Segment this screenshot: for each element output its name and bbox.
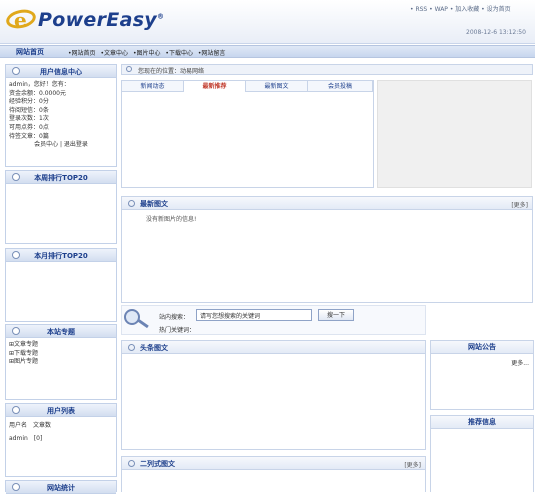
panel-header: 用户信息中心 <box>6 65 116 78</box>
specials-panel: 本站专题 ⊞文章专题 ⊞下载专题 ⊞图片专题 <box>5 324 117 400</box>
nav-item-guestbook[interactable]: •网站留言 <box>198 50 226 57</box>
panel-header: 网站统计 <box>6 481 116 494</box>
user-list-row[interactable]: admin [0] <box>9 435 113 444</box>
clock: 2008-12-6 13:12:50 <box>466 29 526 36</box>
latest-photos-panel: 最新图文 [更多] 没有新图片的信息! <box>121 196 533 303</box>
logo-e-icon: e <box>14 8 27 32</box>
pending-line: 待签文章：0篇 <box>9 132 49 140</box>
logo-text: PowerEasy <box>38 9 157 31</box>
more-link[interactable]: [更多] <box>511 200 528 209</box>
user-info-panel: 用户信息中心 admin，您好！您有： 资金余额：0.0000元 经验积分：0分… <box>5 64 117 167</box>
tab-news[interactable]: 新闻动态 <box>122 81 184 92</box>
panel-header: 本月排行TOP20 <box>6 249 116 262</box>
special-item[interactable]: ⊞图片专题 <box>9 358 113 367</box>
panel-header: 本周排行TOP20 <box>6 171 116 184</box>
panel-header: 头条图文 <box>122 341 425 354</box>
panel-title: 用户列表 <box>47 407 75 415</box>
member-links[interactable]: 会员中心 | 退出登录 <box>9 141 113 150</box>
site-logo[interactable]: PowerEasy® <box>38 9 164 31</box>
user-list-panel: 用户列表 用户名 文章数 admin [0] <box>5 403 117 477</box>
registered-mark: ® <box>156 12 165 21</box>
panel-title: 本周排行TOP20 <box>34 174 88 182</box>
panel-header: 最新图文 [更多] <box>122 197 532 210</box>
search-button[interactable]: 搜一下 <box>318 309 354 321</box>
tabs-panel <box>121 80 374 188</box>
top-links[interactable]: • RSS • WAP • 加入收藏 • 设为首页 <box>410 4 511 13</box>
panel-title: 二列式图文 <box>140 460 175 468</box>
special-item[interactable]: ⊞文章专题 <box>9 341 113 350</box>
circle-icon <box>128 200 135 207</box>
tab-submissions[interactable]: 会员投稿 <box>308 81 373 92</box>
balance-line: 资金余额：0.0000元 <box>9 89 66 97</box>
tab-photos[interactable]: 最新图文 <box>246 81 308 92</box>
logins-line: 登录次数：1次 <box>9 115 49 123</box>
search-input[interactable] <box>196 309 312 321</box>
circle-icon <box>128 460 135 467</box>
location-icon <box>126 66 132 72</box>
panel-header: 本站专题 <box>6 325 116 338</box>
nav-item-downloads[interactable]: •下载中心 <box>165 50 193 57</box>
stats-panel: 网站统计 <box>5 480 117 494</box>
recommend-panel: 推荐信息 <box>430 415 534 492</box>
banner-placeholder <box>377 80 532 188</box>
user-greeting: admin，您好！您有： <box>9 81 70 88</box>
panel-title: 本月排行TOP20 <box>34 252 88 260</box>
two-column-panel: 二列式图文 [更多] <box>121 456 426 492</box>
empty-message: 没有新图片的信息! <box>146 216 197 223</box>
special-item[interactable]: ⊞下载专题 <box>9 350 113 359</box>
nav-item-photos[interactable]: •图片中心 <box>133 50 161 57</box>
points-line: 经验积分：0分 <box>9 98 49 106</box>
panel-title: 头条图文 <box>140 344 168 352</box>
panel-title: 用户信息中心 <box>40 68 82 76</box>
panel-header: 二列式图文 [更多] <box>122 457 425 470</box>
panel-title: 网站公告 <box>431 341 533 354</box>
panel-title: 最新图文 <box>140 200 168 208</box>
nav-item-home[interactable]: •网站首页 <box>68 50 96 57</box>
user-list-header: 用户名 文章数 <box>9 422 52 429</box>
nav-menu: •网站首页 •文章中心 •图片中心 •下载中心 •网站留言 <box>68 48 228 57</box>
month-top-panel: 本月排行TOP20 <box>5 248 117 322</box>
search-label: 站内搜索： <box>159 314 190 321</box>
more-link[interactable]: 更多... <box>431 354 533 371</box>
panel-title: 推荐信息 <box>431 416 533 429</box>
circle-icon <box>128 344 135 351</box>
coupons-line: 可用点券：0点 <box>9 123 49 131</box>
headline-panel: 头条图文 <box>121 340 426 450</box>
breadcrumb[interactable]: 您现在的位置：动易网络 <box>138 66 204 75</box>
panel-title: 本站专题 <box>47 328 75 336</box>
nav-site-home[interactable]: 网站首页 <box>16 47 44 57</box>
tab-recommended[interactable]: 最新推荐 <box>184 81 246 92</box>
hot-keywords-label: 热门关键词： <box>159 327 196 334</box>
magnifier-icon <box>124 309 140 325</box>
nav-item-articles[interactable]: •文章中心 <box>100 50 128 57</box>
notice-panel: 网站公告 更多... <box>430 340 534 410</box>
week-top-panel: 本周排行TOP20 <box>5 170 117 244</box>
more-link[interactable]: [更多] <box>404 460 421 469</box>
panel-header: 用户列表 <box>6 404 116 417</box>
